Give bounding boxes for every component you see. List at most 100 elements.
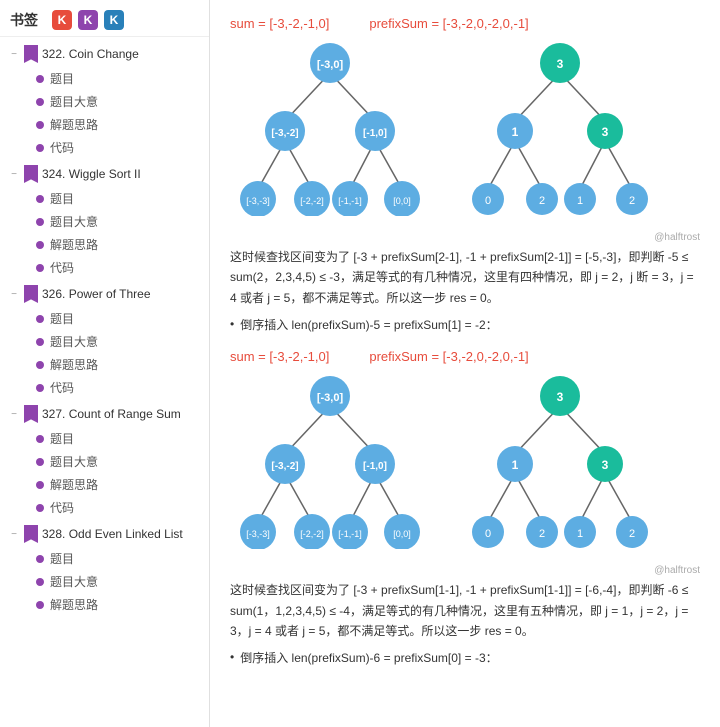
svg-text:[0,0]: [0,0] — [393, 196, 411, 206]
bullet-322-4 — [36, 144, 44, 152]
sidebar: 书签 K K K − 322. Coin Change 题目 题目大意 解题思路… — [0, 0, 210, 727]
bullet-text-2: 倒序插入 len(prefixSum)-6 = prefixSum[0] = -… — [240, 649, 497, 666]
prefix-sum-formula-2: prefixSum = [-3,-2,0,-2,0,-1] — [369, 349, 528, 364]
right-tree-2: 3 1 3 0 2 1 2 — [460, 374, 660, 549]
bullet-326-4 — [36, 384, 44, 392]
item-324-1[interactable]: 题目 — [28, 187, 209, 210]
label-324-2: 题目大意 — [50, 213, 98, 230]
item-326-4[interactable]: 代码 — [28, 376, 209, 399]
sum-formula-2: sum = [-3,-2,-1,0] — [230, 349, 329, 364]
item-327-2[interactable]: 题目大意 — [28, 450, 209, 473]
item-324-4[interactable]: 代码 — [28, 256, 209, 279]
content-block-1: sum = [-3,-2,-1,0] prefixSum = [-3,-2,0,… — [230, 16, 700, 333]
prefix-sum-formula-1: prefixSum = [-3,-2,0,-2,0,-1] — [369, 16, 528, 31]
bullet-326-1 — [36, 315, 44, 323]
svg-text:[-3,0]: [-3,0] — [317, 392, 344, 404]
section-322-title: 322. Coin Change — [42, 47, 139, 61]
bullet-point-1: • 倒序插入 len(prefixSum)-5 = prefixSum[1] =… — [230, 316, 700, 333]
item-324-3[interactable]: 解题思路 — [28, 233, 209, 256]
item-322-1[interactable]: 题目 — [28, 67, 209, 90]
bullet-328-2 — [36, 578, 44, 586]
svg-text:[-3,-2]: [-3,-2] — [271, 128, 298, 139]
icon-blue[interactable]: K — [104, 10, 124, 30]
svg-text:2: 2 — [539, 528, 545, 540]
collapse-322-icon: − — [8, 48, 20, 60]
icon-purple[interactable]: K — [78, 10, 98, 30]
right-tree-1: 3 1 3 0 2 1 2 — [460, 41, 660, 216]
collapse-324-icon: − — [8, 168, 20, 180]
label-322-2: 题目大意 — [50, 93, 98, 110]
label-328-1: 题目 — [50, 550, 74, 567]
sum-formula-1: sum = [-3,-2,-1,0] — [230, 16, 329, 31]
item-327-3[interactable]: 解题思路 — [28, 473, 209, 496]
label-326-2: 题目大意 — [50, 333, 98, 350]
bullet-326-3 — [36, 361, 44, 369]
left-tree-1: [-3,0] [-3,-2] [-1,0] [-3,-3] [-2,-2] [-… — [230, 41, 430, 216]
item-328-1[interactable]: 题目 — [28, 547, 209, 570]
item-326-3[interactable]: 解题思路 — [28, 353, 209, 376]
label-327-1: 题目 — [50, 430, 74, 447]
section-322-items: 题目 题目大意 解题思路 代码 — [0, 67, 209, 159]
item-327-1[interactable]: 题目 — [28, 427, 209, 450]
collapse-326-icon: − — [8, 288, 20, 300]
item-328-3[interactable]: 解题思路 — [28, 593, 209, 616]
item-326-2[interactable]: 题目大意 — [28, 330, 209, 353]
bookmark-328 — [24, 525, 38, 543]
svg-text:2: 2 — [629, 195, 635, 207]
label-327-3: 解题思路 — [50, 476, 98, 493]
section-324: − 324. Wiggle Sort II 题目 题目大意 解题思路 代码 — [0, 161, 209, 279]
paragraph-2: 这时候查找区间变为了 [-3 + prefixSum[1-1], -1 + pr… — [230, 580, 700, 641]
item-322-3[interactable]: 解题思路 — [28, 113, 209, 136]
section-322: − 322. Coin Change 题目 题目大意 解题思路 代码 — [0, 41, 209, 159]
bullet-point-2: • 倒序插入 len(prefixSum)-6 = prefixSum[0] =… — [230, 649, 700, 666]
label-322-4: 代码 — [50, 139, 74, 156]
svg-text:[-1,0]: [-1,0] — [363, 461, 387, 472]
svg-text:1: 1 — [577, 528, 583, 540]
bullet-322-3 — [36, 121, 44, 129]
section-328-items: 题目 题目大意 解题思路 — [0, 547, 209, 616]
svg-text:3: 3 — [557, 57, 564, 71]
item-322-4[interactable]: 代码 — [28, 136, 209, 159]
bullet-text-1: 倒序插入 len(prefixSum)-5 = prefixSum[1] = -… — [240, 316, 497, 333]
tree-container-1: [-3,0] [-3,-2] [-1,0] [-3,-3] [-2,-2] [-… — [230, 41, 700, 216]
bullet-324-3 — [36, 241, 44, 249]
section-327-header[interactable]: − 327. Count of Range Sum — [0, 401, 209, 427]
item-326-1[interactable]: 题目 — [28, 307, 209, 330]
bullet-327-4 — [36, 504, 44, 512]
content-block-2: sum = [-3,-2,-1,0] prefixSum = [-3,-2,0,… — [230, 349, 700, 666]
bullet-dot-1: • — [230, 317, 234, 331]
section-328: − 328. Odd Even Linked List 题目 题目大意 解题思路 — [0, 521, 209, 616]
item-322-2[interactable]: 题目大意 — [28, 90, 209, 113]
svg-text:[-3,-3]: [-3,-3] — [246, 529, 270, 539]
item-324-2[interactable]: 题目大意 — [28, 210, 209, 233]
svg-text:1: 1 — [512, 125, 519, 139]
section-324-header[interactable]: − 324. Wiggle Sort II — [0, 161, 209, 187]
section-326: − 326. Power of Three 题目 题目大意 解题思路 代码 — [0, 281, 209, 399]
main-content: sum = [-3,-2,-1,0] prefixSum = [-3,-2,0,… — [210, 0, 720, 727]
watermark-1: @halftrost — [230, 232, 700, 243]
svg-text:[-1,-1]: [-1,-1] — [338, 529, 362, 539]
svg-text:[-2,-2]: [-2,-2] — [300, 196, 324, 206]
item-328-2[interactable]: 题目大意 — [28, 570, 209, 593]
label-322-3: 解题思路 — [50, 116, 98, 133]
bullet-324-4 — [36, 264, 44, 272]
section-328-header[interactable]: − 328. Odd Even Linked List — [0, 521, 209, 547]
label-326-3: 解题思路 — [50, 356, 98, 373]
icon-red[interactable]: K — [52, 10, 72, 30]
sidebar-header: 书签 K K K — [0, 4, 209, 37]
bullet-322-2 — [36, 98, 44, 106]
bookmark-326 — [24, 285, 38, 303]
label-322-1: 题目 — [50, 70, 74, 87]
section-324-items: 题目 题目大意 解题思路 代码 — [0, 187, 209, 279]
bullet-326-2 — [36, 338, 44, 346]
svg-text:[-3,-2]: [-3,-2] — [271, 461, 298, 472]
section-326-header[interactable]: − 326. Power of Three — [0, 281, 209, 307]
item-327-4[interactable]: 代码 — [28, 496, 209, 519]
svg-text:[-3,0]: [-3,0] — [317, 59, 344, 71]
bookmark-327 — [24, 405, 38, 423]
label-326-4: 代码 — [50, 379, 74, 396]
bullet-dot-2: • — [230, 650, 234, 664]
svg-text:2: 2 — [629, 528, 635, 540]
label-324-3: 解题思路 — [50, 236, 98, 253]
section-322-header[interactable]: − 322. Coin Change — [0, 41, 209, 67]
